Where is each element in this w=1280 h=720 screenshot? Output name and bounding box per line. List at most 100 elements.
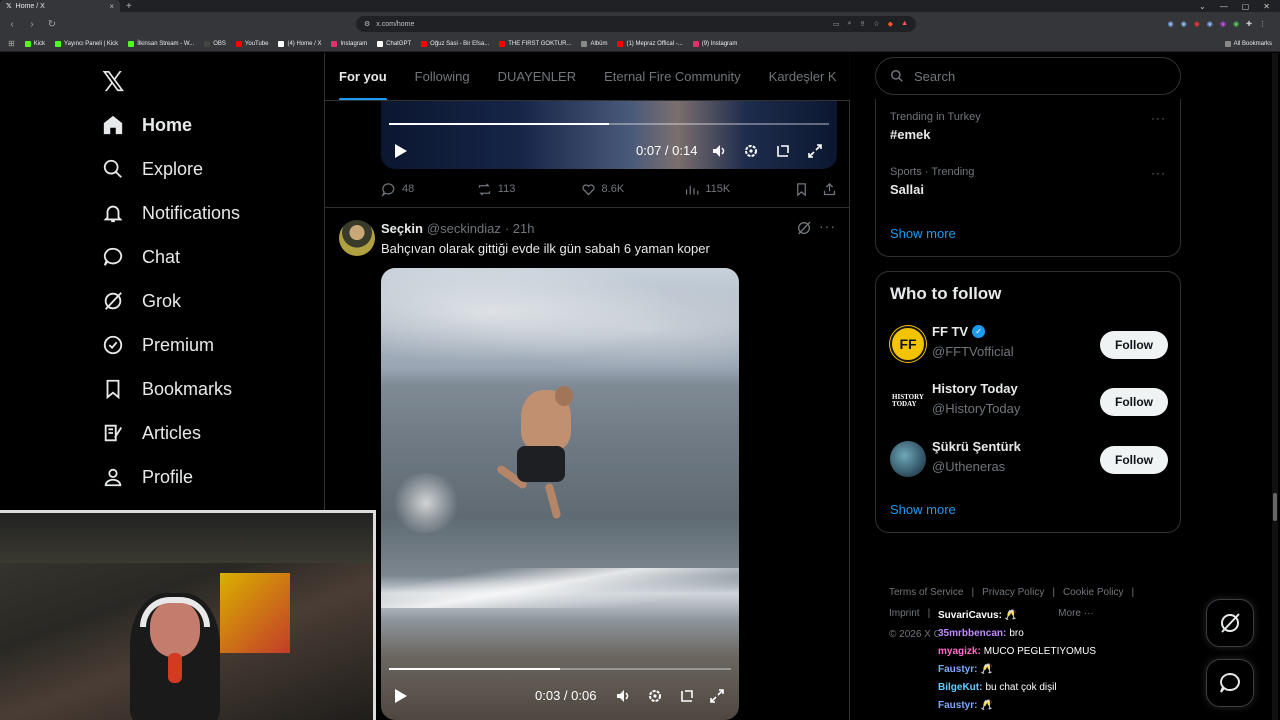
nav-explore[interactable]: Explore [102,151,203,187]
apps-grid-icon[interactable]: ⊞ [8,39,15,48]
post-time[interactable]: · 21h [505,221,535,236]
nav-home[interactable]: Home [102,107,192,143]
more-options-icon[interactable]: ··· [1151,111,1166,125]
star-icon[interactable]: ☆ [873,20,879,28]
nav-bookmarks[interactable]: Bookmarks [102,371,232,407]
bookmark-item[interactable]: (1) Mepraz Offical -... [617,40,683,47]
grok-icon[interactable] [796,220,812,241]
bookmark-item[interactable]: THE FIRST GOKTUR... [499,40,571,47]
address-bar[interactable]: ⚙ x.com/home ▭ ⌕ ⇪ ☆ ◆ ▲ [356,16,916,32]
tab-kardesler[interactable]: Kardeşler K [769,53,837,100]
terms-link[interactable]: Terms of Service [889,587,963,598]
nav-grok[interactable]: Grok [102,283,181,319]
views-button[interactable]: 115K [684,182,794,197]
fullscreen-icon[interactable] [709,688,725,704]
trend-item[interactable]: Sports · Trending Sallai [890,166,974,197]
bookmark-item[interactable]: Oğuz Sasi - Bir Efsa... [421,40,489,47]
avatar[interactable]: FF [890,326,926,362]
avatar[interactable]: HISTORY TODAY [890,383,926,419]
imprint-link[interactable]: Imprint [889,608,920,619]
extension-icon[interactable]: ◉ [1194,20,1200,28]
follow-button[interactable]: Follow [1100,331,1168,359]
zoom-icon[interactable]: ⌕ [848,20,852,28]
bookmark-item[interactable]: Kick [24,40,45,47]
reply-button[interactable]: 48 [381,182,477,197]
bookmark-button[interactable] [794,182,822,197]
settings-icon[interactable] [743,143,759,159]
bookmark-item[interactable]: İlkinsan Stream - W... [128,40,194,47]
previous-post-video[interactable]: 0:07 / 0:14 [381,101,837,169]
post-video[interactable]: 0:03 / 0:06 [381,268,739,720]
avatar[interactable] [890,441,926,477]
volume-icon[interactable] [615,688,631,704]
x-logo-icon[interactable]: 𝕏 [102,65,125,98]
extension-icon[interactable]: ◉ [1181,20,1187,28]
maximize-icon[interactable]: ▢ [1242,2,1250,11]
browser-tab[interactable]: 𝕏 Home / X × [0,0,120,12]
follow-suggestion[interactable]: Şükrü Şentürk @Utheneras Follow [890,437,1168,481]
nav-profile[interactable]: Profile [102,459,193,495]
post[interactable]: Seçkin @seckindiaz · 21h ··· Bahçıvan ol… [325,208,850,720]
bookmark-item[interactable]: (4) Home / X [278,40,321,47]
bookmark-item[interactable]: Albüm [581,40,607,47]
nav-notifications[interactable]: Notifications [102,195,240,231]
bookmark-item[interactable]: Instagram [331,40,367,47]
avatar[interactable] [339,220,375,256]
settings-icon[interactable] [647,688,663,704]
all-bookmarks[interactable]: All Bookmarks [1224,40,1272,47]
nav-chat[interactable]: Chat [102,239,180,275]
show-more-link[interactable]: Show more [890,502,956,517]
follow-button[interactable]: Follow [1100,388,1168,416]
repost-button[interactable]: 113 [477,182,581,197]
bookmark-item[interactable]: OBS [204,40,226,47]
minimize-icon[interactable]: — [1220,2,1228,11]
play-icon[interactable] [395,144,407,158]
extension-icon[interactable]: ◉ [1233,20,1239,28]
fullscreen-icon[interactable] [807,143,823,159]
back-icon[interactable]: ‹ [6,19,18,30]
search-input[interactable]: Search [875,57,1181,95]
close-tab-icon[interactable]: × [109,2,114,11]
post-author-name[interactable]: Seçkin [381,221,423,236]
tab-following[interactable]: Following [415,53,470,100]
extension-icon[interactable]: ◉ [1167,20,1173,28]
volume-icon[interactable] [711,143,727,159]
trend-item[interactable]: Trending in Turkey #emek [890,111,981,142]
follow-button[interactable]: Follow [1100,446,1168,474]
video-progress-bar[interactable] [389,668,731,670]
pip-icon[interactable] [775,143,791,159]
tab-eternal-fire-community[interactable]: Eternal Fire Community [604,53,741,100]
new-tab-icon[interactable]: + [126,1,132,12]
like-button[interactable]: 8.6K [581,182,685,197]
cookie-link[interactable]: Cookie Policy [1063,587,1124,598]
more-options-icon[interactable]: ··· [819,218,836,234]
forward-icon[interactable]: › [26,19,38,30]
tab-duayenler[interactable]: DUAYENLER [498,53,577,100]
share-button[interactable] [822,182,837,197]
bookmark-item[interactable]: (9) Instagram [692,40,737,47]
video-progress-bar[interactable] [389,123,829,125]
page-scrollbar[interactable] [1272,53,1278,720]
reload-icon[interactable]: ↻ [46,19,58,30]
tab-for-you[interactable]: For you [339,53,387,100]
chevron-down-icon[interactable]: ⌄ [1199,2,1206,11]
bookmark-item[interactable]: ChatGPT [377,40,411,47]
show-more-link[interactable]: Show more [890,226,956,241]
grok-fab-button[interactable] [1206,599,1254,647]
scrollbar-thumb[interactable] [1273,493,1277,521]
extension-icon[interactable]: ◉ [1220,20,1226,28]
bookmark-item[interactable]: YouTube [235,40,268,47]
privacy-link[interactable]: Privacy Policy [982,587,1044,598]
follow-suggestion[interactable]: FF FF TV ✓ @FFTVofficial Follow [890,322,1168,366]
pip-icon[interactable] [679,688,695,704]
share-icon[interactable]: ⇪ [860,20,866,28]
brave-shield-icon[interactable]: ◆ [888,20,893,28]
chat-fab-button[interactable] [1206,659,1254,707]
puzzle-icon[interactable]: ✚ [1246,20,1252,28]
post-author-handle[interactable]: @seckindiaz [427,221,501,236]
site-info-icon[interactable]: ⚙ [364,20,370,28]
play-icon[interactable] [395,689,407,703]
close-window-icon[interactable]: ✕ [1263,2,1270,11]
nav-premium[interactable]: Premium [102,327,214,363]
follow-suggestion[interactable]: HISTORY TODAY History Today @HistoryToday… [890,379,1168,423]
